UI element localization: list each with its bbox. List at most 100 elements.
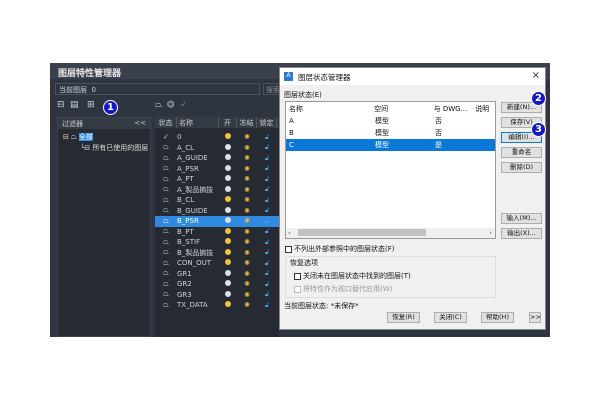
help-button[interactable]: 帮助(H) [481,312,514,323]
freeze-sun-icon[interactable]: ✺ [237,154,257,162]
freeze-sun-icon[interactable]: ✺ [237,144,257,152]
col-name[interactable]: 名称 [177,117,219,128]
lightbulb-icon[interactable] [219,164,237,173]
unlock-icon[interactable]: 🔓︎ [257,175,277,184]
layer-state-row[interactable]: B 模型 否 [286,127,495,139]
unlock-icon[interactable]: 🔓︎ [257,154,277,163]
lightbulb-icon[interactable] [219,269,237,278]
lightbulb-icon[interactable] [219,227,237,236]
col-on[interactable]: 开 [219,117,237,128]
layer-row[interactable]: ⏢ A_GUIDE ✺ 🔓︎ [155,153,279,164]
freeze-sun-icon[interactable]: ✺ [237,238,257,246]
unlock-icon[interactable]: 🔓︎ [257,290,277,299]
col-lock[interactable]: 锁定 [257,117,277,128]
col-description[interactable]: 说明 [475,104,495,114]
layer-row[interactable]: ⏢ GR3 ✺ 🔓︎ [155,290,279,301]
unlock-icon[interactable]: 🔓︎ [257,143,277,152]
col-freeze[interactable]: 冻结 [237,117,257,128]
unlock-icon[interactable]: 🔓︎ [257,217,277,226]
freeze-sun-icon[interactable]: ✺ [237,175,257,183]
apply-viewport-checkbox[interactable]: 将特性作为视口替代应用(W) [286,283,495,295]
layer-states-list[interactable]: 名称 空间 与 DWG... 说明 A 模型否 B 模型否 C 模型是 ‹ › [285,101,496,239]
lightbulb-icon[interactable] [219,154,237,162]
unlock-icon[interactable]: 🔓︎ [257,164,277,173]
export-button[interactable]: 输出(X)... [501,228,542,239]
lightbulb-icon[interactable] [219,133,237,141]
unlock-icon[interactable]: 🔓︎ [257,248,277,257]
layer-row[interactable]: ⏢ A_PSR ✺ 🔓︎ [155,164,279,175]
col-same-as-dwg[interactable]: 与 DWG... [434,104,476,114]
freeze-sun-icon[interactable]: ✺ [237,133,257,141]
lightbulb-icon[interactable] [219,280,237,288]
freeze-sun-icon[interactable]: ✺ [237,165,257,173]
freeze-sun-icon[interactable]: ✺ [237,259,257,267]
layer-row[interactable]: ⏢ B_製品掮抜 ✺ 🔓︎ [155,248,279,259]
lightbulb-icon[interactable] [219,217,237,225]
lightbulb-icon[interactable] [219,259,237,267]
layer-row[interactable]: ⏢ A_PT ✺ 🔓︎ [155,174,279,185]
layer-row[interactable]: ⏢ B_GUIDE ✺ 🔓︎ [155,206,279,217]
layer-row[interactable]: ⏢ GR1 ✺ 🔓︎ [155,269,279,280]
new-filter-icon[interactable]: ⊟ [57,100,65,110]
col-name[interactable]: 名称 [289,104,374,114]
freeze-sun-icon[interactable]: ✺ [237,291,257,299]
layer-states-manager-icon[interactable]: ⊞ [87,100,95,110]
close-icon[interactable]: × [532,70,540,81]
unlock-icon[interactable]: 🔓︎ [257,185,277,194]
lightbulb-icon[interactable] [219,290,237,299]
horizontal-scrollbar[interactable]: ‹ › [286,228,495,238]
unlock-icon[interactable]: 🔓︎ [257,269,277,278]
freeze-sun-icon[interactable]: ✺ [237,186,257,194]
group-filter-icon[interactable]: ▤ [70,100,79,110]
layer-row[interactable]: ✓ 0 ✺ 🔓︎ [155,132,279,143]
layer-row[interactable]: ⏢ CON_OUT ✺ 🔓︎ [155,258,279,269]
lightbulb-icon[interactable] [219,175,237,183]
hide-xref-checkbox[interactable]: 不列出外部参照中的图层状态(F) [285,244,395,254]
lightbulb-icon[interactable] [219,248,237,257]
freeze-sun-icon[interactable]: ✺ [237,270,257,278]
turn-off-checkbox[interactable]: 关闭未在图层状态中找到的图层(T) [286,269,495,283]
freeze-sun-icon[interactable]: ✺ [237,217,257,225]
layer-row[interactable]: ⏢ B_PT ✺ 🔓︎ [155,227,279,238]
collapse-button[interactable]: << [134,119,146,127]
freeze-sun-icon[interactable]: ✺ [237,280,257,288]
unlock-icon[interactable]: 🔓︎ [257,206,277,215]
lightbulb-icon[interactable] [219,185,237,194]
import-button[interactable]: 输入(M)... [501,213,542,224]
layer-row[interactable]: ⏢ GR2 ✺ 🔓︎ [155,279,279,290]
unlock-icon[interactable]: 🔓︎ [257,238,277,247]
col-space[interactable]: 空间 [374,104,433,114]
lightbulb-icon[interactable] [219,206,237,215]
filter-tree-used[interactable]: └⊟ 所有已使用的图层 [58,142,150,153]
rename-button[interactable]: 重命名 [501,147,542,158]
col-status[interactable]: 状态 [155,117,177,128]
restore-button[interactable]: 恢复(R) [387,312,420,323]
unlock-icon[interactable]: 🔓︎ [257,301,277,310]
freeze-sun-icon[interactable]: ✺ [237,301,257,309]
lightbulb-icon[interactable] [219,301,237,309]
unlock-icon[interactable]: 🔓︎ [257,196,277,205]
layer-row[interactable]: ⏢ A_CL ✺ 🔓︎ [155,143,279,154]
lightbulb-icon[interactable] [219,143,237,152]
layer-row[interactable]: ⏢ B_STIF ✺ 🔓︎ [155,237,279,248]
layer-row[interactable]: ⏢ B_CL ✺ 🔓︎ [155,195,279,206]
unlock-icon[interactable]: 🔓︎ [257,133,277,142]
lightbulb-icon[interactable] [219,196,237,204]
delete-layer-icon[interactable]: ⏣ [167,100,175,110]
freeze-sun-icon[interactable]: ✺ [237,207,257,215]
layer-row[interactable]: ⏢ TX_DATA ✺ 🔓︎ [155,300,279,311]
close-button[interactable]: 关闭(C) [434,312,467,323]
freeze-sun-icon[interactable]: ✺ [237,196,257,204]
new-layer-icon[interactable]: ⏢ [155,100,162,110]
lightbulb-icon[interactable] [219,238,237,246]
delete-button[interactable]: 删除(D) [501,162,542,173]
unlock-icon[interactable]: 🔓︎ [257,280,277,289]
filter-tree-all[interactable]: ⊟ ⏢ 全部 [58,129,150,142]
layer-row[interactable]: ⏢ B_PSR ✺ 🔓︎ [155,216,279,227]
layer-state-row[interactable]: C 模型 是 [286,139,495,151]
set-current-icon[interactable]: ✓ [180,100,188,110]
layer-state-row[interactable]: A 模型 否 [286,115,495,127]
more-button[interactable]: >> [529,312,541,323]
layer-row[interactable]: ⏢ A_製品掮抜 ✺ 🔓︎ [155,185,279,196]
freeze-sun-icon[interactable]: ✺ [237,249,257,257]
